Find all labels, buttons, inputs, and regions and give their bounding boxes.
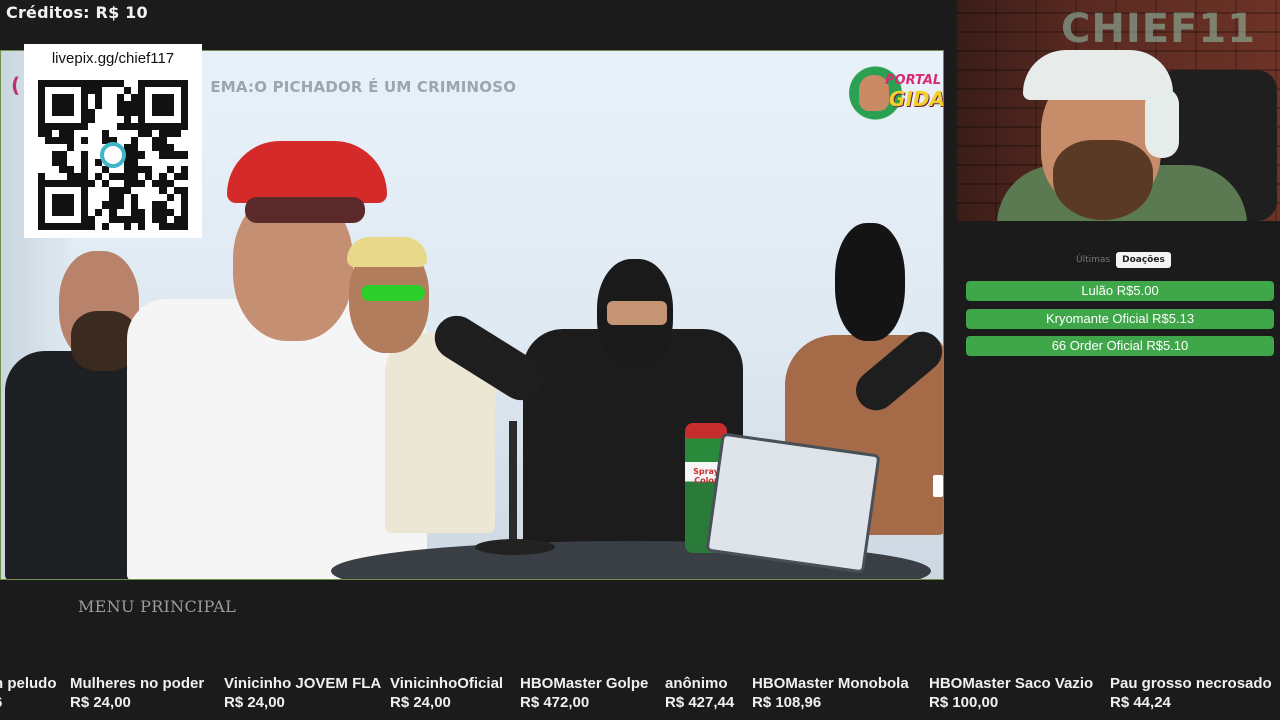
ticker-item: HBOMaster Saco Vazio R$ 100,00 <box>929 675 1094 711</box>
ticker-item: HBOMaster Monobola R$ 108,96 <box>752 675 909 711</box>
donation-tabs: Últimas Doações <box>1076 251 1171 269</box>
mic-stand <box>509 421 517 546</box>
ticker-item: n peludo6 <box>0 675 57 711</box>
donation-list: Lulão R$5.00 Kryomante Oficial R$5.13 66… <box>966 281 1274 364</box>
player-side-handle[interactable] <box>933 475 943 497</box>
ticker-item: anônimo R$ 427,44 <box>665 675 735 711</box>
livepix-logo-icon <box>100 142 126 168</box>
livepix-qr-card[interactable]: livepix.gg/chief117 <box>24 44 202 238</box>
donation-item: Kryomante Oficial R$5.13 <box>966 308 1274 329</box>
mic-base <box>475 539 555 555</box>
ticker-item: HBOMaster Golpe R$ 472,00 <box>520 675 649 711</box>
credits-label: Créditos: R$ 10 <box>6 3 148 22</box>
ticker-item: Pau grosso necrosado R$ 44,24 <box>1110 675 1272 711</box>
tab-ultimas[interactable]: Últimas <box>1076 255 1110 265</box>
main-menu-link[interactable]: MENU PRINCIPAL <box>78 597 236 616</box>
ticker-item: VinicinhoOficial R$ 24,00 <box>390 675 504 711</box>
webcam-feed: CHIEF11 <box>957 0 1280 221</box>
channel-logo: PORTAL GIDA <box>849 65 943 121</box>
donation-ticker: n peludo6 Mulheres no poderR$ 24,00 Vini… <box>0 674 1280 720</box>
streamer-beard <box>1053 140 1153 220</box>
donation-item: 66 Order Oficial R$5.10 <box>966 336 1274 356</box>
livepix-url: livepix.gg/chief117 <box>51 50 175 67</box>
tab-doacoes[interactable]: Doações <box>1116 252 1171 268</box>
donation-item: Lulão R$5.00 <box>966 281 1274 301</box>
video-topic-text: EMA:O PICHADOR É UM CRIMINOSO <box>210 78 517 96</box>
wall-logo: CHIEF11 <box>1061 6 1257 52</box>
ticker-item: Mulheres no poder R$ 24,00 <box>70 675 205 711</box>
headset-icon <box>1145 88 1179 158</box>
ticker-item: Vinicinho JOVEM FLA R$ 24,00 <box>224 675 382 711</box>
laptop <box>705 432 881 574</box>
